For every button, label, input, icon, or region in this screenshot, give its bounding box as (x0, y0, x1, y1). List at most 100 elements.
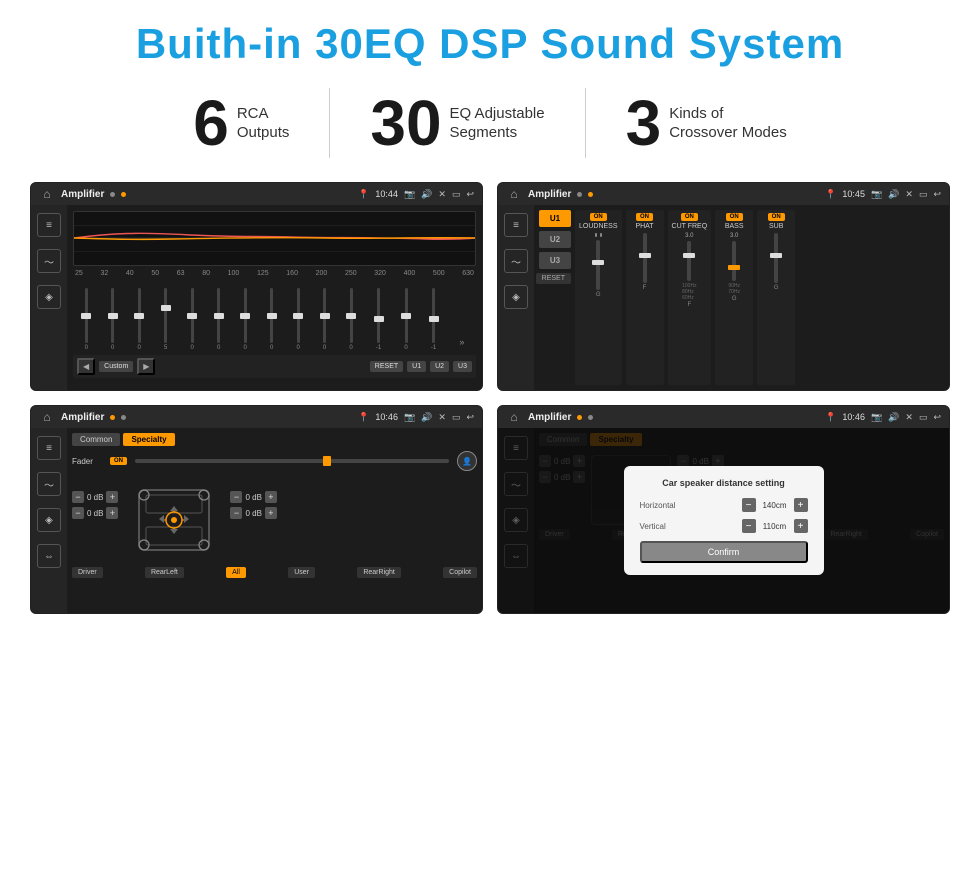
status-dot-4 (588, 192, 593, 197)
stat-eq-text1: EQ Adjustable (450, 104, 545, 124)
arrows-sidebar-icon-3[interactable]: ⇔ (37, 544, 61, 568)
window-icon-4: ▭ (919, 412, 928, 423)
stat-crossover: 3 Kinds of Crossover Modes (586, 91, 827, 155)
stats-row: 6 RCA Outputs 30 EQ Adjustable Segments … (30, 88, 950, 158)
amp-u-col: U1 U2 U3 RESET (539, 210, 571, 385)
speaker-sidebar-icon-2[interactable]: ◈ (504, 285, 528, 309)
eq-reset-btn[interactable]: RESET (370, 361, 403, 372)
eq-play-btn[interactable]: ▶ (137, 358, 155, 375)
amp-u3-btn[interactable]: U3 (539, 252, 571, 269)
eq-u2-btn[interactable]: U2 (430, 361, 449, 372)
rearright-btn[interactable]: RearRight (357, 567, 401, 578)
screen3-title: Amplifier (61, 412, 104, 423)
close-icon-1: ✕ (438, 189, 446, 200)
horizontal-value: 140cm (760, 501, 790, 510)
eq-slider-2: 0 (111, 288, 114, 351)
cutfreq-slider[interactable] (687, 241, 691, 281)
amp-reset-btn[interactable]: RESET (536, 273, 571, 284)
eq-slider-10: 0 (323, 288, 326, 351)
vertical-plus-btn[interactable]: + (794, 519, 808, 533)
main-title: Buith-in 30EQ DSP Sound System (30, 20, 950, 68)
amp-loudness: ON LOUDNESS G (575, 210, 622, 385)
fr-db-value: 0 dB (245, 493, 261, 502)
screen2-content: ≡ 〜 ◈ U1 U2 U3 RESET ON LOUDNESS (498, 205, 949, 390)
screen1-eq: ⌂ Amplifier 📍 10:44 📷 🔊 ✕ ▭ ↩ ≡ 〜 ◈ (30, 182, 483, 391)
eq-slider-9: 0 (296, 288, 299, 351)
screen4-statusbar: ⌂ Amplifier 📍 10:46 📷 🔊 ✕ ▭ ↩ (498, 406, 949, 428)
copilot-btn[interactable]: Copilot (443, 567, 477, 578)
loudness-slider[interactable] (596, 240, 600, 290)
horizontal-plus-btn[interactable]: + (794, 498, 808, 512)
fader-knob[interactable]: 👤 (457, 451, 477, 471)
vertical-minus-btn[interactable]: − (742, 519, 756, 533)
home-icon-2: ⌂ (506, 186, 522, 202)
vertical-value: 110cm (760, 522, 790, 531)
wave-sidebar-icon-3[interactable]: 〜 (37, 472, 61, 496)
amp-u1-btn[interactable]: U1 (539, 210, 571, 227)
fl-minus-btn[interactable]: − (72, 491, 84, 503)
phat-slider[interactable] (643, 233, 647, 283)
driver-btn[interactable]: Driver (72, 567, 103, 578)
common-tab[interactable]: Common (72, 433, 120, 446)
eq-slider-4: 5 (164, 288, 167, 351)
db-control-rl: − 0 dB + (72, 507, 118, 519)
specialty-tab[interactable]: Specialty (123, 433, 174, 446)
status-dot-7 (577, 415, 582, 420)
fader-tabs: Common Specialty (72, 433, 477, 446)
eq-u1-btn[interactable]: U1 (407, 361, 426, 372)
eq-slider-1: 0 (85, 288, 88, 351)
rr-db-value: 0 dB (245, 509, 261, 518)
fader-main-area: Common Specialty Fader ON 👤 (67, 428, 482, 613)
speaker-sidebar-icon[interactable]: ◈ (37, 285, 61, 309)
home-icon-1: ⌂ (39, 186, 55, 202)
speaker-sidebar-icon-3[interactable]: ◈ (37, 508, 61, 532)
sound-icon-4: 🔊 (888, 412, 899, 423)
screen2-title: Amplifier (528, 189, 571, 200)
phat-on-badge: ON (636, 213, 653, 221)
status-dot-5 (110, 415, 115, 420)
eq-sidebar-icon-3[interactable]: ≡ (37, 436, 61, 460)
camera-icon-4: 📷 (871, 412, 882, 423)
eq-u3-btn[interactable]: U3 (453, 361, 472, 372)
screen2-amp: ⌂ Amplifier 📍 10:45 📷 🔊 ✕ ▭ ↩ ≡ 〜 ◈ (497, 182, 950, 391)
fader-slider[interactable] (135, 459, 449, 463)
rr-minus-btn[interactable]: − (230, 507, 242, 519)
fr-plus-btn[interactable]: + (265, 491, 277, 503)
eq-custom-btn[interactable]: Custom (99, 361, 133, 372)
sub-on-badge: ON (768, 213, 785, 221)
rl-plus-btn[interactable]: + (106, 507, 118, 519)
fader-thumb[interactable] (323, 456, 331, 466)
screen2-sidebar: ≡ 〜 ◈ (498, 205, 534, 390)
db-control-fl: − 0 dB + (72, 491, 118, 503)
user-btn[interactable]: User (288, 567, 315, 578)
rr-plus-btn[interactable]: + (265, 507, 277, 519)
rl-minus-btn[interactable]: − (72, 507, 84, 519)
amp-controls-area: ON LOUDNESS G ON (575, 210, 944, 385)
back-icon-3: ↩ (466, 412, 474, 423)
eq-sidebar-icon-2[interactable]: ≡ (504, 213, 528, 237)
screen1-content: ≡ 〜 ◈ 25 (31, 205, 482, 390)
screen4-time: 10:46 (842, 412, 865, 422)
status-dot-3 (577, 192, 582, 197)
fl-plus-btn[interactable]: + (106, 491, 118, 503)
close-icon-4: ✕ (905, 412, 913, 423)
eq-slider-14: -1 (431, 288, 436, 351)
sub-slider[interactable] (774, 233, 778, 283)
stat-eq: 30 EQ Adjustable Segments (330, 91, 584, 155)
confirm-button[interactable]: Confirm (640, 541, 808, 563)
wave-sidebar-icon-2[interactable]: 〜 (504, 249, 528, 273)
eq-slider-8: 0 (270, 288, 273, 351)
rearleft-btn[interactable]: RearLeft (145, 567, 184, 578)
fr-minus-btn[interactable]: − (230, 491, 242, 503)
eq-sidebar-icon[interactable]: ≡ (37, 213, 61, 237)
bass-label: BASS (725, 223, 744, 230)
horizontal-minus-btn[interactable]: − (742, 498, 756, 512)
wave-sidebar-icon[interactable]: 〜 (37, 249, 61, 273)
stat-eq-text2: Segments (450, 123, 545, 143)
all-btn[interactable]: All (226, 567, 246, 578)
eq-prev-btn[interactable]: ◀ (77, 358, 95, 375)
rl-db-value: 0 dB (87, 509, 103, 518)
amp-u2-btn[interactable]: U2 (539, 231, 571, 248)
car-speaker-layout: − 0 dB + − 0 dB + (72, 475, 477, 565)
bass-slider[interactable] (732, 241, 736, 281)
